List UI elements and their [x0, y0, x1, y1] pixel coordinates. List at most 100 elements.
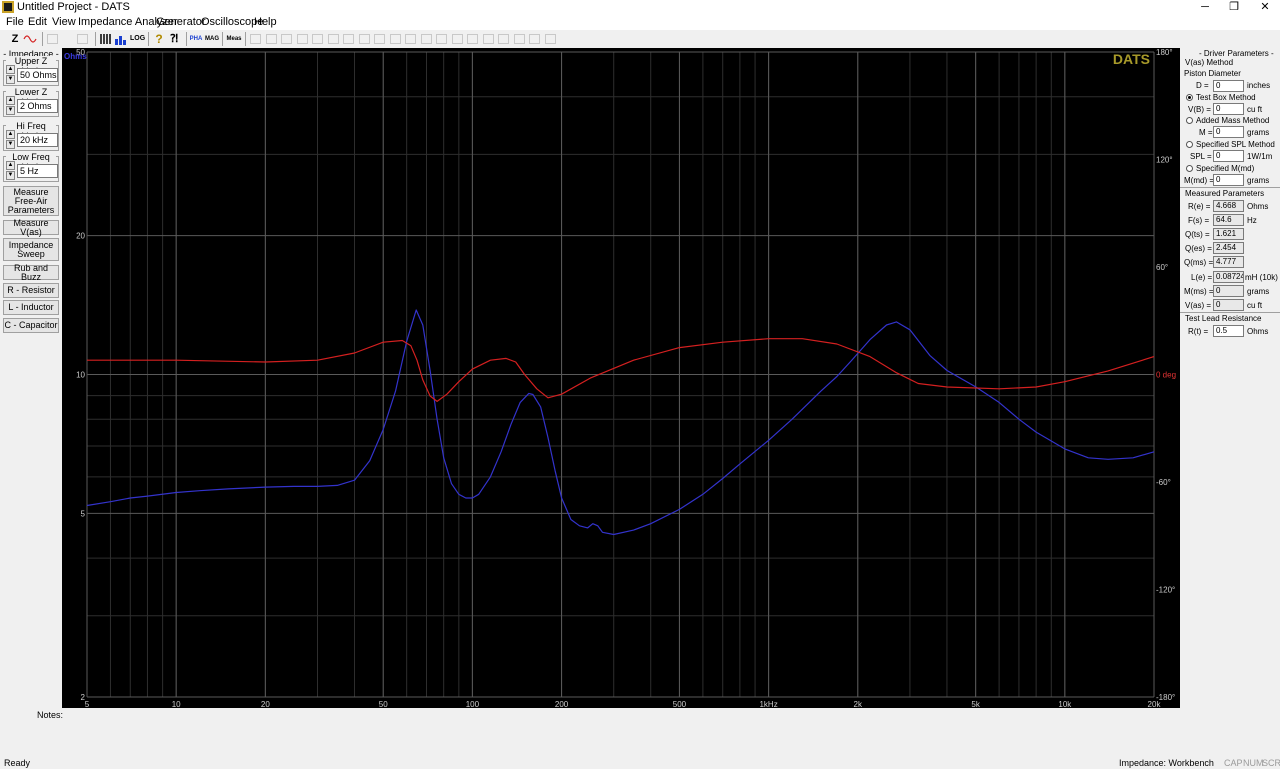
disabled-tool-icon — [436, 34, 447, 44]
x-tick-label: 5k — [971, 700, 980, 708]
added-mass-radio[interactable] — [1186, 117, 1193, 124]
re-label: R(e) = — [1188, 202, 1211, 211]
d-unit: inches — [1247, 81, 1271, 90]
spin-up-icon[interactable]: ▲ — [6, 96, 15, 105]
spin-down-icon[interactable]: ▼ — [6, 171, 15, 180]
disabled-tool-icon — [467, 34, 478, 44]
mmd-field[interactable]: 0 — [1213, 174, 1244, 186]
vas-label: V(as) = — [1185, 301, 1212, 310]
disabled-tool-icon — [389, 34, 401, 44]
low-freq-limit-group: Low Freq Limit ▲▼ 5 Hz — [3, 152, 59, 182]
maximize-button[interactable]: ❐ — [1219, 0, 1249, 14]
disabled-tool-icon — [47, 34, 58, 44]
bar-chart-icon[interactable] — [114, 32, 128, 46]
menu-file[interactable]: File — [6, 16, 24, 28]
watermark-label: DATS — [1113, 51, 1150, 67]
toolbar-separator — [222, 32, 223, 46]
spin-up-icon[interactable]: ▲ — [6, 161, 15, 170]
toolbar-separator — [95, 32, 96, 46]
impedance-mode-button[interactable]: Z — [8, 32, 22, 46]
phase-tick-label: -60° — [1156, 478, 1171, 487]
menu-help[interactable]: Help — [254, 16, 277, 28]
disabled-tool-icon — [358, 34, 370, 44]
impedance-plot[interactable]: 5 10 20 50 100 200 500 1kHz 2k 5k 10k 20k 50 20 10 5 2 18… — [62, 48, 1180, 709]
rub-and-buzz-button[interactable]: Rub and Buzz — [3, 263, 59, 281]
le-unit: mH (10k) — [1245, 273, 1278, 282]
spin-down-icon[interactable]: ▼ — [6, 106, 15, 115]
disabled-tool-icon — [374, 34, 385, 44]
lower-z-limit-field[interactable]: 2 Ohms — [17, 99, 58, 113]
inductor-button[interactable]: L - Inductor — [3, 300, 59, 315]
lower-z-spinner[interactable]: ▲ ▼ — [6, 96, 15, 115]
spl-unit: 1W/1m — [1247, 152, 1273, 161]
test-lead-title: Test Lead Resistance — [1185, 314, 1262, 323]
measure-vas-button[interactable]: Measure V(as) — [3, 218, 59, 236]
status-mode: Impedance: Workbench — [1119, 758, 1214, 768]
disabled-tool-icon — [451, 34, 463, 44]
spin-down-icon[interactable]: ▼ — [6, 75, 15, 84]
qes-label: Q(es) = — [1185, 244, 1212, 253]
disabled-tool-icon — [513, 34, 525, 44]
vb-unit: cu ft — [1247, 105, 1263, 114]
capacitor-button[interactable]: C - Capacitor — [3, 318, 59, 333]
disabled-tool-icon — [296, 34, 308, 44]
vas-value: 0 — [1213, 299, 1244, 311]
m-field[interactable]: 0 — [1213, 126, 1244, 138]
y-unit-label: Ohms — [64, 52, 87, 61]
x-tick-label: 20 — [261, 700, 270, 708]
help-icon[interactable]: ? — [152, 32, 166, 46]
specified-mmd-label: Specified M(md) — [1196, 164, 1255, 173]
spin-up-icon[interactable]: ▲ — [6, 65, 15, 74]
upper-z-limit-field[interactable]: 50 Ohms — [17, 68, 58, 82]
spl-label: SPL = — [1190, 152, 1212, 161]
upper-z-spinner[interactable]: ▲ ▼ — [6, 65, 15, 84]
close-button[interactable]: ✕ — [1250, 0, 1280, 14]
disabled-tool-icon — [77, 34, 88, 44]
hi-freq-limit-field[interactable]: 20 kHz — [17, 133, 58, 147]
toolbar-separator — [42, 32, 43, 46]
menu-bar: File Edit View Impedance Analyzer Genera… — [0, 14, 1280, 30]
measure-button[interactable]: Meas — [226, 32, 242, 46]
resistor-button[interactable]: R - Resistor — [3, 283, 59, 298]
specified-mmd-radio[interactable] — [1186, 165, 1193, 172]
x-tick-label: 5 — [85, 700, 90, 708]
minimize-button[interactable]: ─ — [1190, 0, 1220, 14]
context-help-icon[interactable]: ⁈ — [167, 32, 181, 46]
grid-bars-icon[interactable] — [99, 32, 113, 46]
spin-up-icon[interactable]: ▲ — [6, 130, 15, 139]
toolbar: Z LOG ? ⁈ PHA MAG Meas — [0, 30, 1280, 49]
phase-tick-label: -120° — [1156, 586, 1175, 595]
qes-value: 2.454 — [1213, 242, 1244, 254]
menu-edit[interactable]: Edit — [28, 16, 47, 28]
vb-field[interactable]: 0 — [1213, 103, 1244, 115]
impedance-chart: 5 10 20 50 100 200 500 1kHz 2k 5k 10k 20k5020105218… — [64, 48, 1176, 709]
menu-generator[interactable]: Generator — [156, 16, 206, 28]
log-scale-button[interactable]: LOG — [130, 32, 145, 46]
y-tick-label: 2 — [81, 693, 86, 702]
y-tick-label: 20 — [76, 232, 85, 241]
low-freq-spinner[interactable]: ▲ ▼ — [6, 161, 15, 180]
phase-series-line — [87, 338, 1155, 402]
spl-field[interactable]: 0 — [1213, 150, 1244, 162]
sine-wave-icon[interactable] — [23, 32, 37, 46]
magnitude-button[interactable]: MAG — [205, 32, 219, 46]
menu-view[interactable]: View — [52, 16, 76, 28]
le-value: 0.08724 — [1213, 271, 1244, 283]
measure-free-air-button[interactable]: Measure Free-Air Parameters — [3, 186, 59, 216]
x-tick-label: 1kHz — [759, 700, 777, 708]
hi-freq-spinner[interactable]: ▲ ▼ — [6, 130, 15, 149]
test-box-radio[interactable] — [1186, 94, 1193, 101]
fs-value: 64.6 — [1213, 214, 1244, 226]
d-field[interactable]: 0 — [1213, 80, 1244, 92]
rt-label: R(t) = — [1188, 327, 1209, 336]
specified-spl-radio[interactable] — [1186, 141, 1193, 148]
low-freq-limit-field[interactable]: 5 Hz — [17, 164, 58, 178]
status-scrl: SCRL — [1262, 758, 1280, 768]
disabled-tool-icon — [250, 34, 261, 44]
phase-button[interactable]: PHA — [189, 32, 203, 46]
disabled-tool-icon — [482, 34, 494, 44]
impedance-sweep-button[interactable]: Impedance Sweep — [3, 238, 59, 261]
spin-down-icon[interactable]: ▼ — [6, 140, 15, 149]
measured-parameters-title: Measured Parameters — [1185, 189, 1265, 198]
rt-field[interactable]: 0.5 — [1213, 325, 1244, 337]
